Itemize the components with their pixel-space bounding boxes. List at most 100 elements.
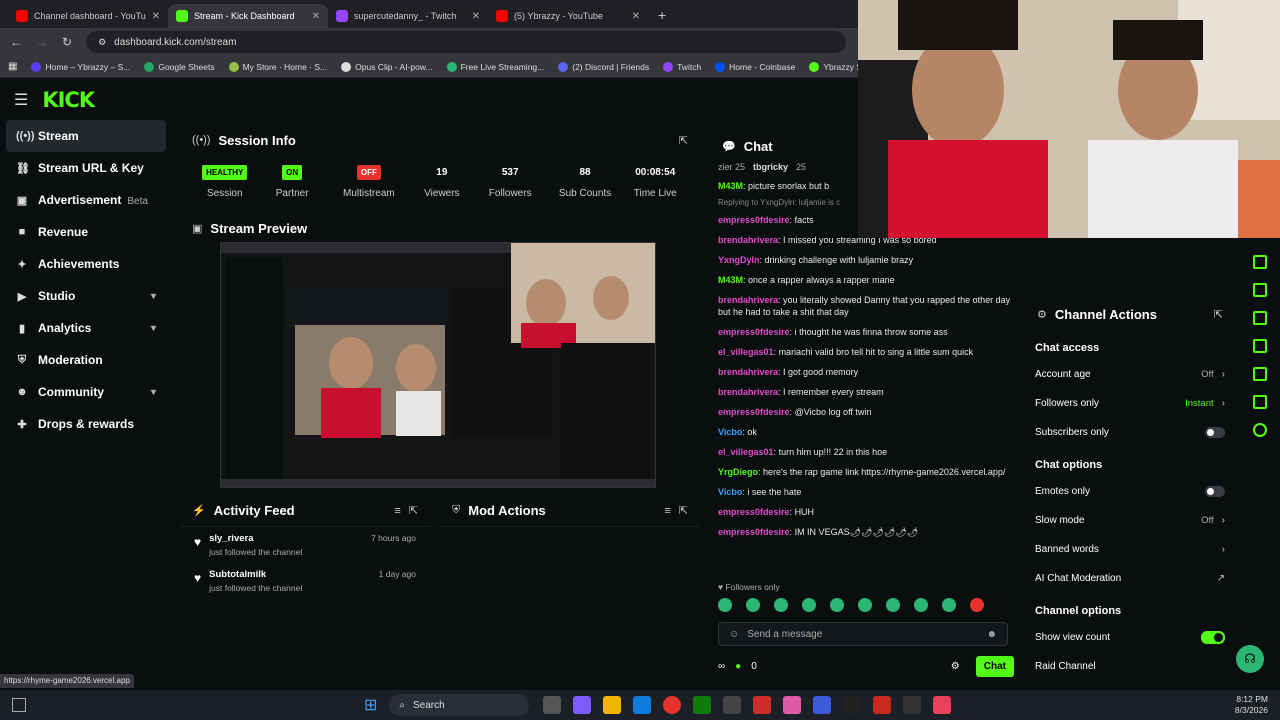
acrobat-icon[interactable] — [753, 696, 772, 714]
close-icon[interactable]: ✕ — [312, 11, 320, 22]
broadcast-icon[interactable] — [1253, 339, 1267, 353]
task-view-icon[interactable] — [543, 696, 562, 714]
chat-username[interactable]: Vicbo — [718, 487, 742, 497]
setting-account-age[interactable]: Account age Off › — [1025, 360, 1235, 389]
setting-emotes-only[interactable]: Emotes only — [1025, 477, 1235, 506]
toggle-switch[interactable] — [1205, 427, 1225, 438]
xbox-icon[interactable] — [693, 696, 712, 714]
popout-icon[interactable]: ⇱ — [679, 134, 688, 147]
chat-message[interactable]: empress0fdesire: i thought he was finna … — [710, 322, 1020, 342]
bookmark-item[interactable]: Home – Ybrazzy – S... — [31, 61, 130, 72]
browser-tab[interactable]: Stream - Kick Dashboard ✕ — [168, 4, 328, 28]
setting-show-view-count[interactable]: Show view count — [1025, 623, 1235, 652]
emote-icon[interactable] — [914, 598, 928, 612]
chevron-down-icon[interactable]: ▾ — [151, 291, 156, 302]
chat-message[interactable]: M43M: once a rapper always a rapper mane — [710, 270, 1020, 290]
toggle-switch[interactable] — [1201, 631, 1225, 644]
game-icon[interactable] — [813, 696, 832, 714]
app-icon[interactable] — [873, 696, 892, 714]
chat-username[interactable]: brendahrivera — [718, 235, 778, 245]
popout-icon[interactable]: ⇱ — [409, 504, 418, 517]
chat-message[interactable]: YxngDyln: drinking challenge with luljam… — [710, 250, 1020, 270]
chat-message[interactable]: brendahrivera: I remember every stream — [710, 382, 1020, 402]
emote-icon[interactable] — [858, 598, 872, 612]
chat-username[interactable]: brendahrivera — [718, 387, 778, 397]
sidebar-item-studio[interactable]: ▶ Studio ▾ — [0, 280, 172, 312]
browser-tab[interactable]: Channel dashboard - YouTube ✕ — [8, 4, 168, 28]
lightning-icon[interactable] — [1253, 255, 1267, 269]
smile-icon[interactable]: ☺ — [729, 629, 739, 640]
chat-bubble-icon[interactable] — [1253, 311, 1267, 325]
browser-tab[interactable]: supercutedanny_ - Twitch ✕ — [328, 4, 488, 28]
filter-icon[interactable]: ≡ — [394, 505, 400, 517]
app-icon[interactable] — [933, 696, 952, 714]
sidebar-item-stream-url-key[interactable]: ⛓ Stream URL & Key — [0, 152, 172, 184]
new-tab-button[interactable]: + — [648, 7, 676, 28]
chat-message[interactable]: el_villegas01: turn him up!!! 22 in this… — [710, 442, 1020, 462]
close-icon[interactable]: ✕ — [632, 11, 640, 22]
palette-icon[interactable] — [1253, 423, 1267, 437]
chevron-down-icon[interactable]: ▾ — [151, 387, 156, 398]
chat-send-button[interactable]: Chat — [975, 655, 1014, 677]
wrench-icon[interactable] — [1253, 395, 1267, 409]
chat-message[interactable]: empress0fdesire: IM IN VEGAS🌶🌶🌶🌶🌶🌶 — [710, 522, 1020, 542]
emote-icon[interactable] — [830, 598, 844, 612]
reload-icon[interactable]: ↻ — [62, 35, 72, 49]
chat-username[interactable]: el_villegas01 — [718, 447, 774, 457]
chat-message[interactable]: brendahrivera: you literally showed Dann… — [710, 290, 1020, 322]
activity-username[interactable]: sly_rivera — [209, 533, 302, 544]
chat-username[interactable]: M43M — [718, 181, 743, 191]
bookmark-item[interactable]: (2) Discord | Friends — [558, 61, 649, 72]
edge-icon[interactable] — [633, 696, 652, 714]
chevron-down-icon[interactable]: ▾ — [151, 323, 156, 334]
github-icon[interactable] — [903, 696, 922, 714]
emote-icon[interactable] — [774, 598, 788, 612]
chat-message[interactable]: el_villegas01: mariachi valid bro tell h… — [710, 342, 1020, 362]
stream-preview-video[interactable] — [220, 242, 656, 488]
sidebar-item-analytics[interactable]: ▮ Analytics ▾ — [0, 312, 172, 344]
chat-message[interactable]: empress0fdesire: HUH — [710, 502, 1020, 522]
taskbar-clock[interactable]: 8:12 PM 8/3/2026 — [1235, 694, 1268, 716]
chat-username[interactable]: Vicbo — [718, 427, 742, 437]
widgets-icon[interactable] — [12, 698, 26, 712]
emote-icon[interactable] — [746, 598, 760, 612]
chat-message[interactable]: brendahrivera: I got good memory — [710, 362, 1020, 382]
site-info-icon[interactable]: ⚙ — [98, 37, 106, 48]
emoji-picker-icon[interactable]: ☻ — [986, 629, 997, 640]
kick-logo[interactable]: KICK — [42, 88, 95, 112]
setting-banned-words[interactable]: Banned words › — [1025, 535, 1235, 564]
emote-icon[interactable] — [970, 598, 984, 612]
bookmark-item[interactable]: Opus Clip - AI-pow... — [341, 61, 433, 72]
chat-input[interactable]: ☺ Send a message ☻ — [718, 622, 1008, 646]
popout-icon[interactable]: ⇱ — [679, 504, 688, 517]
app-icon[interactable] — [723, 696, 742, 714]
bookmark-item[interactable]: Free Live Streaming... — [446, 61, 544, 72]
menu-icon[interactable]: ☰ — [14, 90, 28, 110]
sidebar-item-drops-rewards[interactable]: ✚ Drops & rewards — [0, 408, 172, 440]
toggle-switch[interactable] — [1205, 486, 1225, 497]
setting-slow-mode[interactable]: Slow mode Off › — [1025, 506, 1235, 535]
chat-username[interactable]: empress0fdesire — [718, 507, 790, 517]
document-icon[interactable] — [1253, 283, 1267, 297]
popout-icon[interactable]: ⇱ — [1214, 308, 1223, 321]
forward-icon[interactable]: → — [36, 35, 48, 49]
browser-tab[interactable]: (5) Ybrazzy - YouTube ✕ — [488, 4, 648, 28]
filter-icon[interactable]: ≡ — [664, 505, 670, 517]
emote-icon[interactable] — [886, 598, 900, 612]
chat-username[interactable]: M43M — [718, 275, 743, 285]
app-icon[interactable] — [783, 696, 802, 714]
app-icon[interactable] — [843, 696, 862, 714]
bookmark-item[interactable]: Google Sheets — [144, 61, 215, 72]
infinity-icon[interactable]: ∞ — [718, 661, 725, 672]
sidebar-item-moderation[interactable]: ⛨ Moderation — [0, 344, 172, 376]
layout-icon[interactable] — [1253, 367, 1267, 381]
chevron-right-icon[interactable]: › — [1222, 515, 1225, 526]
activity-username[interactable]: Subtotalmilk — [209, 569, 302, 580]
sidebar-item-advertisement[interactable]: ▣ Advertisement Beta — [0, 184, 172, 216]
bookmark-item[interactable]: Home - Coinbase — [715, 61, 795, 72]
close-icon[interactable]: ✕ — [152, 11, 160, 22]
setting-ai-chat-moderation[interactable]: AI Chat Moderation ↗ — [1025, 564, 1235, 593]
chat-username[interactable]: YxngDyln — [718, 255, 760, 265]
close-icon[interactable]: ✕ — [472, 11, 480, 22]
file-explorer-icon[interactable] — [603, 696, 622, 714]
